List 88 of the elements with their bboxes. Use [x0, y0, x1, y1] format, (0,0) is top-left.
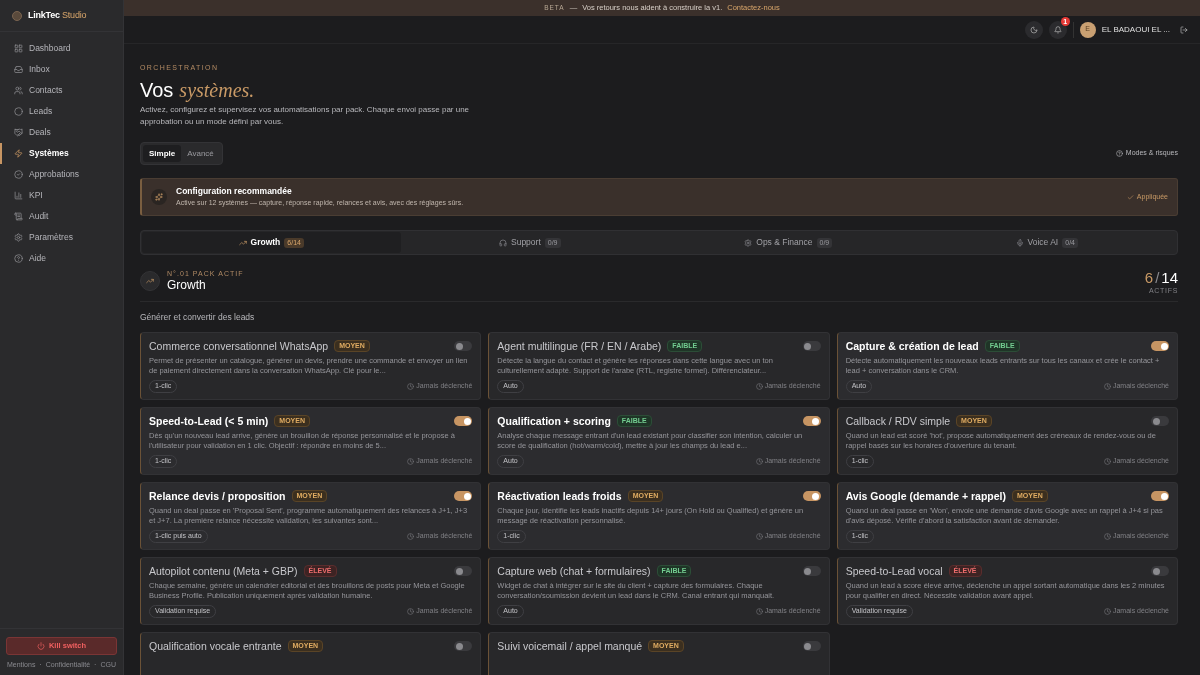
system-title: Qualification + scoring [497, 414, 611, 428]
lightning-icon [14, 149, 23, 158]
system-title: Réactivation leads froids [497, 489, 622, 503]
count-separator: / [1155, 269, 1160, 287]
toggle-switch[interactable] [454, 416, 473, 427]
clock-icon [755, 457, 763, 465]
scroll-icon [14, 212, 23, 221]
clock-icon [755, 607, 763, 615]
mode-tab[interactable]: Simple [143, 145, 182, 162]
active-count: 6 [1144, 269, 1154, 287]
system-title: Qualification vocale entrante [149, 639, 282, 653]
toggle-switch[interactable] [454, 566, 473, 577]
pack-icon [140, 271, 160, 291]
system-title: Relance devis / proposition [149, 489, 286, 503]
check-circle-icon [14, 170, 23, 179]
clock-icon [407, 457, 415, 465]
sidebar-item[interactable]: Leads [0, 101, 123, 122]
sidebar-item[interactable]: Contacts [0, 80, 123, 101]
clock-icon [407, 532, 415, 540]
users-icon [14, 86, 23, 95]
toggle-switch[interactable] [454, 491, 473, 502]
section-title: Générer et convertir des leads [140, 311, 256, 324]
trend-up-icon [238, 238, 247, 247]
toggle-switch[interactable] [802, 641, 821, 652]
system-title: Speed-to-Lead (< 5 min) [149, 414, 269, 428]
system-title: Commerce conversationnel WhatsApp [149, 339, 329, 353]
sidebar-item[interactable]: Inbox [0, 59, 123, 80]
theme-toggle-button[interactable] [1024, 20, 1043, 39]
toggle-switch[interactable] [802, 491, 821, 502]
toggle-switch[interactable] [1151, 341, 1169, 352]
headphones-icon [499, 238, 507, 247]
check-icon [1126, 193, 1134, 201]
logo-icon [12, 10, 22, 21]
toggle-switch[interactable] [1151, 491, 1169, 502]
toggle-switch[interactable] [1151, 416, 1169, 427]
sidebar-item[interactable]: KPI [0, 185, 123, 206]
microphone-icon [1015, 238, 1024, 247]
inbox-icon [14, 65, 23, 74]
sidebar-item[interactable]: Deals [0, 122, 123, 143]
sidebar-item[interactable]: Systèmes [0, 143, 123, 164]
toggle-switch[interactable] [802, 341, 821, 352]
settings-icon [744, 238, 753, 247]
total-count: 14 [1161, 269, 1178, 287]
bell-icon [1053, 25, 1062, 34]
sidebar-item[interactable]: Aide [0, 248, 123, 269]
clock-icon [1103, 457, 1111, 465]
recommendation-title: Configuration recommandée [176, 185, 293, 199]
pack-name: Growth [167, 278, 207, 293]
toggle-switch[interactable] [802, 566, 821, 577]
toggle-switch[interactable] [1151, 566, 1169, 577]
system-title: Capture & création de lead [845, 339, 979, 353]
clock-icon [755, 532, 763, 540]
logout-icon[interactable] [1180, 25, 1188, 34]
system-title: Agent multilingue (FR / EN / Arabe) [497, 339, 662, 353]
clock-icon [407, 607, 415, 615]
system-title: Autopilot contenu (Meta + GBP) [149, 564, 298, 578]
system-title: Callback / RDV simple [845, 414, 951, 428]
power-icon [36, 641, 45, 650]
clock-icon [1103, 532, 1111, 540]
system-title: Speed-to-Lead vocal [845, 564, 943, 578]
handshake-icon [14, 128, 23, 137]
sidebar-item[interactable]: Approbations [0, 164, 123, 185]
user-name[interactable]: EL BADAOUI EL ... [1101, 23, 1170, 36]
clock-icon [1103, 607, 1111, 615]
moon-icon [1029, 25, 1038, 34]
clock-icon [1103, 382, 1111, 390]
help-icon [14, 254, 23, 263]
circle-icon [14, 107, 23, 116]
toggle-switch[interactable] [454, 641, 473, 652]
toggle-switch[interactable] [802, 416, 821, 427]
bar-chart-icon [14, 191, 23, 200]
sidebar-item[interactable]: Paramètres [0, 227, 123, 248]
mode-tab[interactable]: Avancé [181, 145, 220, 162]
clock-icon [755, 382, 763, 390]
sparkle-icon [151, 189, 167, 205]
toggle-switch[interactable] [454, 341, 473, 352]
page-description: Activez, configurez et supervisez vos automatisations par pack. Chaque envoi passe par une approbation ou un mode défini par vous. [140, 104, 471, 128]
sidebar-item[interactable]: Dashboard [0, 38, 123, 59]
system-title: Suivi voicemail / appel manqué [497, 639, 643, 653]
grid-icon [14, 44, 23, 53]
help-icon [1115, 150, 1123, 157]
brand-name: LinkTec Studio [28, 8, 87, 22]
page-title: Vos systèmes. [140, 78, 256, 102]
sidebar-item[interactable]: Audit [0, 206, 123, 227]
system-title: Avis Google (demande + rappel) [845, 489, 1006, 503]
clock-icon [407, 382, 415, 390]
system-title: Capture web (chat + formulaires) [497, 564, 651, 578]
settings-icon [14, 233, 23, 242]
